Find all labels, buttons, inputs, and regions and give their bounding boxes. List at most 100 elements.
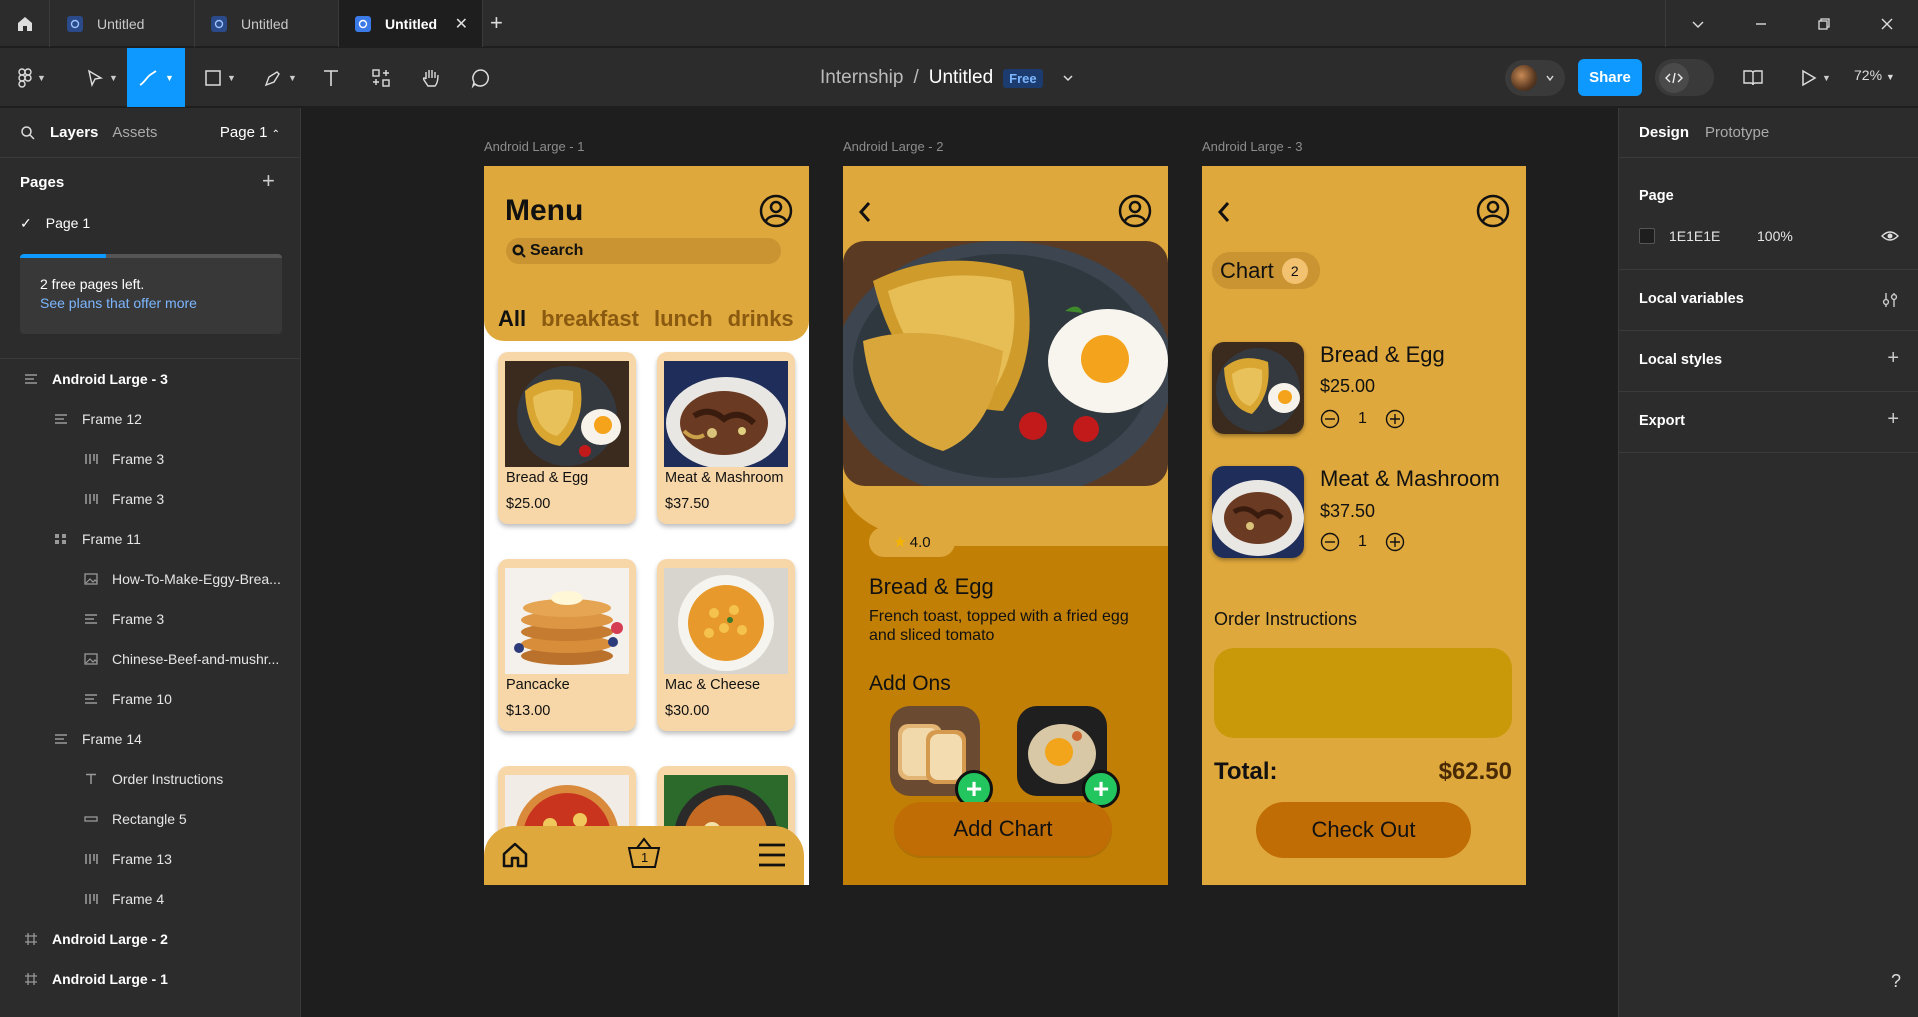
checkout-button[interactable]: Check Out xyxy=(1256,802,1471,858)
present-button[interactable]: ▼ xyxy=(1796,48,1836,107)
layer-item[interactable]: Frame 4 xyxy=(0,879,300,919)
close-tab-icon[interactable]: ✕ xyxy=(455,14,468,34)
profile-icon[interactable] xyxy=(1118,194,1152,228)
add-style-icon[interactable]: + xyxy=(1887,347,1899,370)
help-button[interactable]: ? xyxy=(1878,963,1914,999)
file-tab[interactable]: Untitled xyxy=(51,0,195,47)
layer-item[interactable]: Frame 14 xyxy=(0,719,300,759)
restore-icon[interactable] xyxy=(1792,17,1855,31)
minimize-icon[interactable] xyxy=(1729,17,1792,31)
page-opacity[interactable]: 100% xyxy=(1757,228,1793,244)
menu-header: Menu Search All breakfast lunch drinks xyxy=(484,166,809,341)
quantity-stepper: 1 xyxy=(1320,409,1405,429)
tab-prototype[interactable]: Prototype xyxy=(1705,124,1769,141)
food-card[interactable]: Pancacke $13.00 xyxy=(498,559,636,731)
user-avatar-menu[interactable] xyxy=(1505,60,1565,96)
profile-icon[interactable] xyxy=(1476,194,1510,228)
frame-detail[interactable]: ★ 4.0 Bread & Egg French toast, topped w… xyxy=(843,166,1168,885)
bread-egg-photo xyxy=(1212,342,1304,434)
home-button[interactable] xyxy=(0,0,50,47)
search-icon[interactable] xyxy=(20,125,36,141)
category-breakfast[interactable]: breakfast xyxy=(541,306,639,332)
variables-settings-icon[interactable] xyxy=(1881,291,1899,309)
layer-item[interactable]: Android Large - 3 xyxy=(0,359,300,399)
food-card[interactable]: Meat & Mashroom $37.50 xyxy=(657,352,795,524)
frame-label[interactable]: Android Large - 3 xyxy=(1202,139,1302,154)
back-arrow-icon[interactable] xyxy=(1216,200,1232,224)
pencil-tool[interactable]: ▼ xyxy=(127,48,185,107)
category-drinks[interactable]: drinks xyxy=(728,306,794,332)
local-variables-section[interactable]: Local variables xyxy=(1619,270,1918,331)
minus-circle-icon[interactable] xyxy=(1320,409,1340,429)
text-tool[interactable] xyxy=(318,48,344,107)
file-tab[interactable]: Untitled xyxy=(195,0,339,47)
category-lunch[interactable]: lunch xyxy=(654,306,713,332)
back-arrow-icon[interactable] xyxy=(857,200,873,224)
comment-tool[interactable] xyxy=(468,48,494,107)
export-section[interactable]: Export + xyxy=(1619,392,1918,453)
page-selector[interactable]: Page 1 ⌃ xyxy=(220,124,280,141)
file-tab-active[interactable]: Untitled ✕ xyxy=(339,0,483,47)
layer-item[interactable]: Frame 3 xyxy=(0,599,300,639)
search-input[interactable]: Search xyxy=(506,238,781,264)
auto-layout-vertical-icon xyxy=(52,413,70,425)
page-color-swatch[interactable] xyxy=(1639,228,1655,244)
layer-item[interactable]: Chinese-Beef-and-mushr... xyxy=(0,639,300,679)
layer-item[interactable]: Frame 11 xyxy=(0,519,300,559)
chevron-down-icon[interactable] xyxy=(1666,17,1729,31)
add-export-icon[interactable]: + xyxy=(1887,408,1899,431)
food-card[interactable]: Mac & Cheese $30.00 xyxy=(657,559,795,731)
hand-tool[interactable] xyxy=(418,48,444,107)
page-color-hex[interactable]: 1E1E1E xyxy=(1669,228,1720,244)
eye-icon[interactable] xyxy=(1881,228,1899,244)
frame-label[interactable]: Android Large - 1 xyxy=(484,139,584,154)
category-all[interactable]: All xyxy=(498,306,526,332)
canvas[interactable]: Android Large - 1 Android Large - 2 Andr… xyxy=(302,108,1618,1017)
minus-circle-icon[interactable] xyxy=(1320,532,1340,552)
pen-tool[interactable]: ▼ xyxy=(258,48,302,107)
plus-circle-icon[interactable] xyxy=(1385,409,1405,429)
resources-tool[interactable] xyxy=(368,48,394,107)
file-name[interactable]: Untitled xyxy=(929,67,993,89)
library-button[interactable] xyxy=(1740,48,1766,107)
close-window-icon[interactable] xyxy=(1855,17,1918,31)
chevron-down-icon[interactable] xyxy=(1061,71,1075,85)
zoom-level[interactable]: 72% ▼ xyxy=(1854,67,1895,83)
shape-tool[interactable]: ▼ xyxy=(198,48,242,107)
food-card[interactable]: Bread & Egg $25.00 xyxy=(498,352,636,524)
frame-label[interactable]: Android Large - 2 xyxy=(843,139,943,154)
layer-item[interactable]: Frame 12 xyxy=(0,399,300,439)
home-icon[interactable] xyxy=(500,840,530,870)
add-chart-button[interactable]: Add Chart xyxy=(894,802,1112,856)
plus-circle-icon[interactable] xyxy=(1385,532,1405,552)
layer-item[interactable]: How-To-Make-Eggy-Brea... xyxy=(0,559,300,599)
upgrade-link[interactable]: See plans that offer more xyxy=(40,295,197,311)
layer-item[interactable]: Android Large - 1 xyxy=(0,959,300,999)
layer-item[interactable]: Frame 10 xyxy=(0,679,300,719)
hamburger-menu-icon[interactable] xyxy=(758,842,786,868)
dev-mode-toggle[interactable] xyxy=(1655,59,1714,96)
tab-assets[interactable]: Assets xyxy=(112,124,157,141)
local-styles-section[interactable]: Local styles + xyxy=(1619,331,1918,392)
tab-design[interactable]: Design xyxy=(1639,124,1689,141)
move-tool[interactable]: ▼ xyxy=(80,48,124,107)
tab-layers[interactable]: Layers xyxy=(50,124,98,141)
add-page-icon[interactable]: + xyxy=(262,168,275,194)
page-item[interactable]: ✓ Page 1 xyxy=(20,215,90,232)
share-button[interactable]: Share xyxy=(1578,59,1642,96)
order-instructions-input[interactable] xyxy=(1214,648,1512,738)
frame-cart[interactable]: Chart 2 Bread & Egg $25.00 1 Meat & Mash… xyxy=(1202,166,1526,885)
layer-item[interactable]: Frame 13 xyxy=(0,839,300,879)
layer-item[interactable]: Frame 3 xyxy=(0,439,300,479)
main-menu-button[interactable]: ▼ xyxy=(10,48,54,107)
project-name[interactable]: Internship xyxy=(820,67,903,89)
layer-item[interactable]: Frame 3 xyxy=(0,479,300,519)
layer-item[interactable]: Rectangle 5 xyxy=(0,799,300,839)
basket-button[interactable]: 1 xyxy=(626,836,662,870)
new-tab-icon[interactable]: + xyxy=(490,10,503,36)
layer-item[interactable]: Order Instructions xyxy=(0,759,300,799)
quantity-value: 1 xyxy=(1358,533,1367,550)
layer-item[interactable]: Android Large - 2 xyxy=(0,919,300,959)
profile-icon[interactable] xyxy=(759,194,793,228)
frame-menu[interactable]: Menu Search All breakfast lunch drinks B… xyxy=(484,166,809,885)
